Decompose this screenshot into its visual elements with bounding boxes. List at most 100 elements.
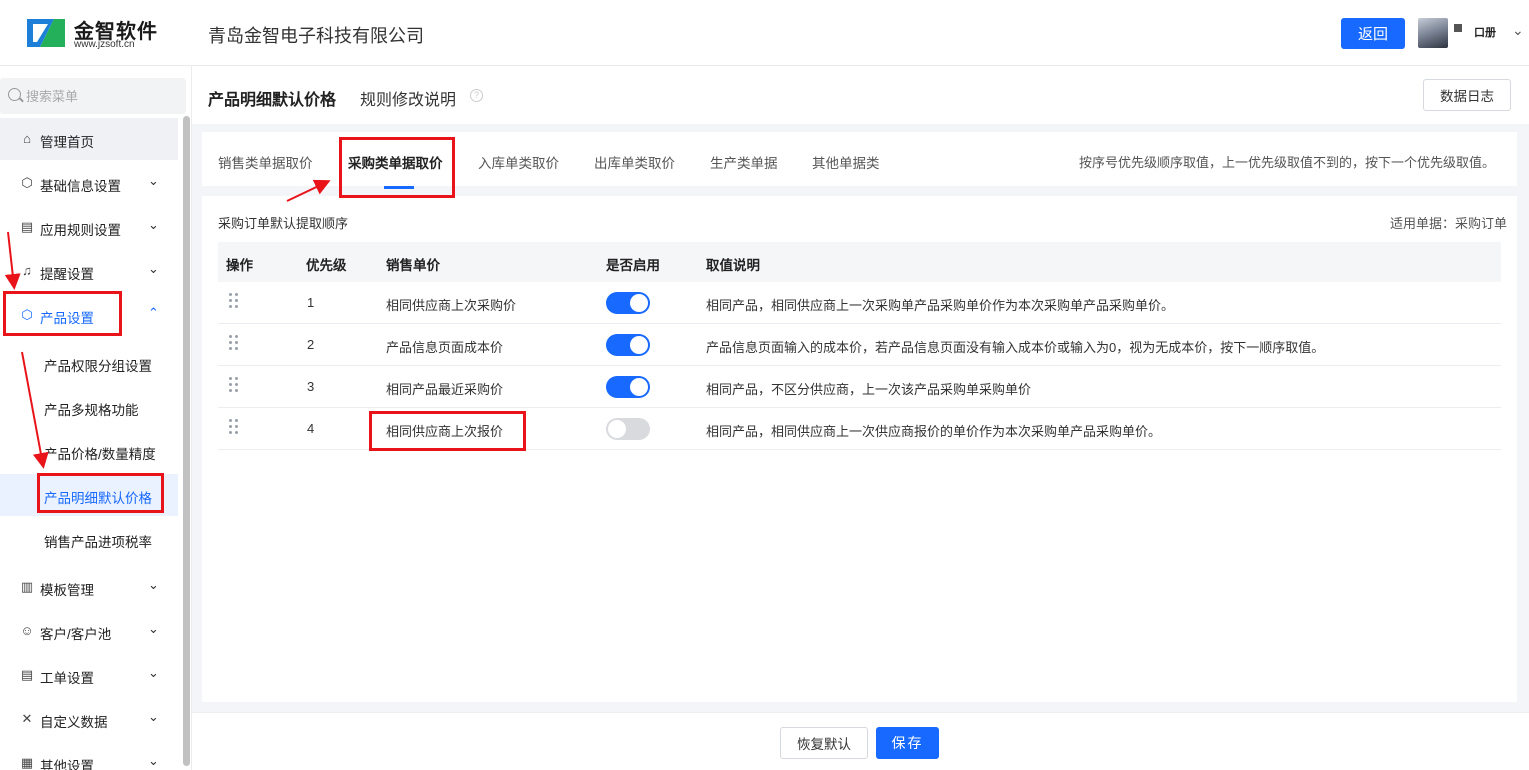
tools-icon: ✕	[21, 711, 33, 726]
row-description: 产品信息页面输入的成本价，若产品信息页面没有输入成本价或输入为0，视为无成本价，…	[706, 340, 1325, 355]
sidebar: ⌂ 管理首页 ⬡ 基础信息设置 ⌄ ▤ 应用规则设置 ⌄ ♫ 提醒设置 ⌄ ⬡ …	[0, 66, 192, 770]
drag-handle-icon[interactable]	[229, 419, 239, 435]
sub-item-default-price[interactable]: 产品明细默认价格	[0, 474, 178, 516]
page-title-bar: 产品明细默认价格 规则修改说明 ? 数据日志	[192, 66, 1529, 124]
priority-hint: 按序号优先级顺序取值，上一优先级取值不到的，按下一个优先级取值。	[1078, 155, 1495, 170]
sub-item-price-precision[interactable]: 产品价格/数量精度	[0, 430, 178, 472]
row-priority: 4	[307, 421, 315, 436]
sidebar-scrollbar[interactable]	[183, 116, 190, 766]
table-header: 操作 优先级 销售单价 是否启用 取值说明	[218, 242, 1501, 282]
document-icon: ▤	[20, 219, 34, 234]
row-description: 相同产品，相同供应商上一次采购单产品采购单价作为本次采购单产品采购单价。	[706, 298, 1175, 313]
list-icon: ▤	[20, 667, 34, 682]
footer-bar: 恢复默认 保存	[192, 712, 1529, 770]
active-tab-indicator	[384, 186, 414, 189]
row-price: 相同产品最近采购价	[386, 382, 504, 397]
row-description: 相同产品，不区分供应商，上一次该产品采购单采购单价	[706, 382, 1032, 397]
tabs-bar: 销售类单据取价 采购类单据取价 入库单类取价 出库单类取价 生产类单据 其他单据…	[202, 132, 1517, 189]
rule-description-link[interactable]: 规则修改说明	[360, 86, 456, 110]
grid-icon: ▦	[20, 755, 34, 770]
table-row: 4 相同供应商上次报价 相同产品，相同供应商上一次供应商报价的单价作为本次采购单…	[218, 408, 1501, 450]
back-button[interactable]: 返回	[1341, 18, 1405, 49]
col-enabled: 是否启用	[606, 258, 660, 273]
sidebar-item-customers[interactable]: ☺ 客户/客户池 ⌄	[0, 610, 178, 652]
col-price: 销售单价	[386, 258, 440, 273]
section-label: 采购订单默认提取顺序	[218, 216, 349, 231]
row-price: 相同供应商上次采购价	[386, 298, 517, 313]
chevron-up-icon: ⌃	[148, 305, 159, 320]
tab-purchase-docs[interactable]: 采购类单据取价	[348, 152, 443, 172]
sidebar-item-product-settings[interactable]: ⬡ 产品设置 ⌃	[0, 294, 178, 336]
chevron-down-icon: ⌄	[148, 753, 159, 768]
search-input[interactable]	[26, 86, 176, 106]
tab-sales-docs[interactable]: 销售类单据取价	[218, 152, 313, 172]
sidebar-item-reminders[interactable]: ♫ 提醒设置 ⌄	[0, 250, 178, 292]
enable-toggle[interactable]	[606, 292, 650, 314]
enable-toggle[interactable]	[606, 418, 650, 440]
sidebar-item-other-settings[interactable]: ▦ 其他设置 ⌄	[0, 742, 178, 770]
user-name[interactable]: 口册	[1474, 24, 1496, 40]
data-log-button[interactable]: 数据日志	[1423, 79, 1511, 111]
sidebar-item-templates[interactable]: ▥ 模板管理 ⌄	[0, 566, 178, 608]
drag-handle-icon[interactable]	[229, 377, 239, 393]
menu-search[interactable]	[0, 78, 186, 114]
top-header: 金智软件 www.jzsoft.cn 青岛金智电子科技有限公司 返回 口册 ⌄	[0, 0, 1529, 66]
sidebar-item-label: 基础信息设置	[40, 179, 121, 194]
sub-item-label: 产品权限分组设置	[44, 359, 152, 374]
sub-item-input-tax-rate[interactable]: 销售产品进项税率	[0, 518, 178, 560]
sub-item-label: 产品明细默认价格	[44, 491, 152, 506]
save-button[interactable]: 保存	[876, 727, 939, 759]
help-icon[interactable]: ?	[470, 89, 483, 102]
chevron-down-icon[interactable]: ⌄	[1512, 22, 1524, 39]
chevron-down-icon: ⌄	[148, 665, 159, 680]
logo[interactable]: 金智软件 www.jzsoft.cn	[24, 14, 174, 54]
sidebar-item-label: 提醒设置	[40, 267, 94, 282]
sidebar-item-label: 工单设置	[40, 671, 94, 686]
sidebar-item-home[interactable]: ⌂ 管理首页	[0, 118, 178, 160]
sub-item-multi-spec[interactable]: 产品多规格功能	[0, 386, 178, 428]
page-title: 产品明细默认价格	[208, 92, 337, 109]
sidebar-item-label: 客户/客户池	[40, 627, 112, 642]
avatar[interactable]	[1418, 18, 1448, 48]
user-status-icon	[1454, 24, 1462, 32]
template-icon: ▥	[20, 579, 34, 594]
bell-icon: ♫	[22, 263, 32, 278]
drag-handle-icon[interactable]	[229, 335, 239, 351]
row-priority: 3	[307, 379, 315, 394]
sub-item-label: 产品价格/数量精度	[44, 447, 156, 462]
tab-inbound-docs[interactable]: 入库单类取价	[478, 152, 559, 172]
col-description: 取值说明	[706, 258, 760, 273]
enable-toggle[interactable]	[606, 334, 650, 356]
user-icon: ☺	[20, 623, 34, 638]
chevron-down-icon: ⌄	[148, 577, 159, 592]
chevron-down-icon: ⌄	[148, 217, 159, 232]
sub-item-permission-groups[interactable]: 产品权限分组设置	[0, 342, 178, 384]
sidebar-item-work-orders[interactable]: ▤ 工单设置 ⌄	[0, 654, 178, 696]
col-priority: 优先级	[306, 258, 347, 273]
sidebar-item-label: 模板管理	[40, 583, 94, 598]
logo-url: www.jzsoft.cn	[74, 39, 135, 50]
sidebar-item-label: 产品设置	[40, 311, 94, 326]
sidebar-item-label: 应用规则设置	[40, 223, 121, 238]
table-row: 2 产品信息页面成本价 产品信息页面输入的成本价，若产品信息页面没有输入成本价或…	[218, 324, 1501, 366]
sidebar-item-app-rules[interactable]: ▤ 应用规则设置 ⌄	[0, 206, 178, 248]
search-icon	[8, 88, 21, 101]
chevron-down-icon: ⌄	[148, 173, 159, 188]
tab-other-docs[interactable]: 其他单据类	[812, 152, 880, 172]
enable-toggle[interactable]	[606, 376, 650, 398]
company-name: 青岛金智电子科技有限公司	[208, 26, 424, 46]
reset-default-button[interactable]: 恢复默认	[780, 727, 868, 759]
row-priority: 2	[307, 337, 315, 352]
applicable-doc: 适用单据：采购订单	[1389, 216, 1507, 231]
chevron-down-icon: ⌄	[148, 621, 159, 636]
sidebar-item-basic-info[interactable]: ⬡ 基础信息设置 ⌄	[0, 162, 178, 204]
cube-icon: ⬡	[21, 307, 33, 322]
drag-handle-icon[interactable]	[229, 293, 239, 309]
col-action: 操作	[226, 258, 253, 273]
sidebar-item-custom-data[interactable]: ✕ 自定义数据 ⌄	[0, 698, 178, 740]
tab-production-docs[interactable]: 生产类单据	[710, 152, 778, 172]
cube-icon: ⬡	[21, 175, 33, 190]
sidebar-item-label: 自定义数据	[40, 715, 108, 730]
table-row: 3 相同产品最近采购价 相同产品，不区分供应商，上一次该产品采购单采购单价	[218, 366, 1501, 408]
tab-outbound-docs[interactable]: 出库单类取价	[594, 152, 675, 172]
